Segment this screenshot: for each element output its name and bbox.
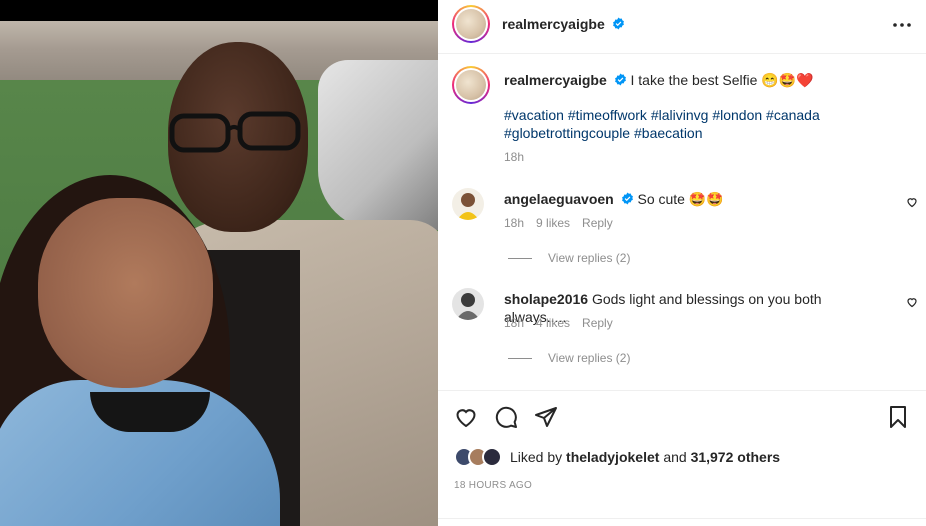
view-replies-button[interactable]: View replies (2) xyxy=(508,251,630,265)
caption-text-row: realmercyaigbe I take the best Selfie 😁🤩… xyxy=(504,71,904,89)
commenter-avatar[interactable] xyxy=(452,188,484,220)
caption-emojis: 😁🤩❤️ xyxy=(761,72,814,88)
comment-likes[interactable]: 4 likes xyxy=(536,316,570,330)
caption-time[interactable]: 18h xyxy=(504,148,904,166)
more-options-icon[interactable] xyxy=(890,13,914,37)
hashtag-link[interactable]: #canada xyxy=(766,107,820,123)
verified-icon xyxy=(621,192,633,205)
comment-time[interactable]: 18h xyxy=(504,316,524,330)
verified-icon xyxy=(614,73,626,86)
liked-by-username[interactable]: theladyjokelet xyxy=(566,449,659,465)
likes-prefix: Liked by xyxy=(510,449,563,465)
view-replies-button[interactable]: View replies (2) xyxy=(508,351,630,365)
heart-icon[interactable] xyxy=(454,405,478,429)
post-timestamp[interactable]: 18 HOURS AGO xyxy=(454,480,532,491)
comment-emojis: 🤩🤩 xyxy=(688,191,724,207)
reply-button[interactable]: Reply xyxy=(582,316,613,330)
reply-button[interactable]: Reply xyxy=(582,216,613,230)
liker-avatar xyxy=(482,447,502,467)
commenter-username[interactable]: sholape2016 xyxy=(504,291,588,307)
caption-username[interactable]: realmercyaigbe xyxy=(504,72,607,88)
verified-icon xyxy=(612,17,624,30)
comment-meta: 18h 4 likes Reply xyxy=(504,316,613,330)
replies-divider xyxy=(508,357,532,359)
hashtag-link[interactable]: #lalivinvg xyxy=(651,107,709,123)
photo-glasses xyxy=(169,111,301,153)
photo-background-sculpture xyxy=(318,60,438,230)
caption-text: I take the best Selfie xyxy=(630,72,758,88)
add-comment-bar[interactable] xyxy=(438,518,926,526)
comment-icon[interactable] xyxy=(494,405,518,429)
likes-summary: Liked by theladyjokelet and 31,972 other… xyxy=(454,447,780,467)
hashtag-link[interactable]: #vacation xyxy=(504,107,564,123)
commenter-username[interactable]: angelaeguavoen xyxy=(504,191,614,207)
view-replies-label: View replies (2) xyxy=(548,351,631,365)
hashtag-link[interactable]: #london xyxy=(712,107,762,123)
author-avatar[interactable] xyxy=(452,5,490,43)
view-replies-label: View replies (2) xyxy=(548,251,631,265)
commenter-avatar[interactable] xyxy=(452,288,484,320)
hashtag-link[interactable]: #timeoffwork xyxy=(568,107,647,123)
comment-text: So cute xyxy=(637,191,685,207)
photo-woman-face xyxy=(38,198,213,388)
caption-hashtags: #vacation #timeoffwork #lalivinvg #londo… xyxy=(504,106,904,166)
author-username[interactable]: realmercyaigbe xyxy=(502,16,605,32)
photo-top-edge xyxy=(0,0,438,21)
bookmark-icon[interactable] xyxy=(886,405,910,429)
comment-body: angelaeguavoen So cute 🤩🤩 xyxy=(504,190,884,208)
replies-divider xyxy=(508,257,532,259)
comment-meta: 18h 9 likes Reply xyxy=(504,216,613,230)
heart-icon[interactable] xyxy=(906,296,918,308)
caption-avatar[interactable] xyxy=(452,66,490,104)
post-actions: Liked by theladyjokelet and 31,972 other… xyxy=(438,390,926,526)
hashtag-link[interactable]: #globetrottingcouple xyxy=(504,125,630,141)
hashtag-link[interactable]: #baecation xyxy=(634,125,703,141)
post-details-panel: realmercyaigbe realmercyaigbe I take the… xyxy=(438,0,926,526)
heart-icon[interactable] xyxy=(906,196,918,208)
comment-likes[interactable]: 9 likes xyxy=(536,216,570,230)
likes-joiner: and xyxy=(663,449,687,465)
post-header: realmercyaigbe xyxy=(438,0,926,54)
post-photo[interactable] xyxy=(0,0,438,526)
author-name-row: realmercyaigbe xyxy=(502,16,625,32)
share-icon[interactable] xyxy=(534,405,558,429)
comment-time[interactable]: 18h xyxy=(504,216,524,230)
likes-count[interactable]: 31,972 others xyxy=(691,449,781,465)
